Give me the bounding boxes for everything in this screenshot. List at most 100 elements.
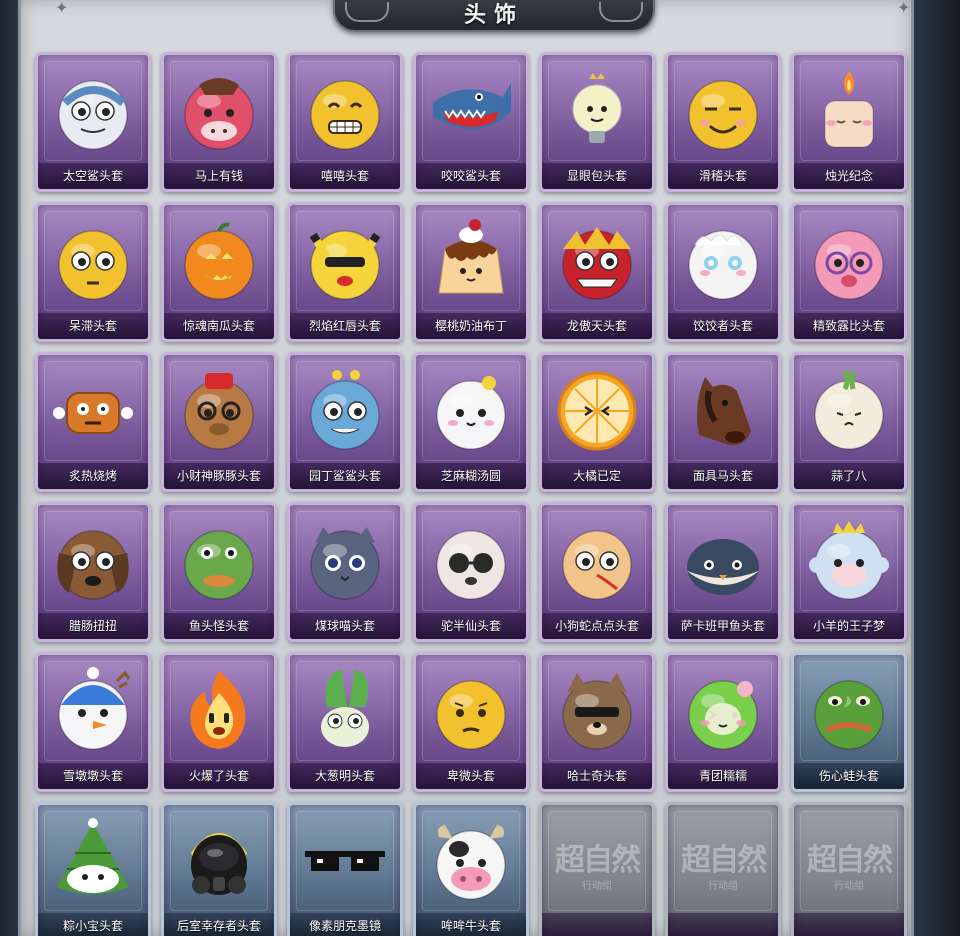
headwear-item-card[interactable]: 饺饺者头套 bbox=[665, 202, 781, 342]
headwear-item-card[interactable]: 小狗蛇点点头套 bbox=[539, 502, 655, 642]
grilled-meat-icon bbox=[38, 361, 148, 461]
headwear-item-card[interactable]: 咬咬鲨头套 bbox=[413, 52, 529, 192]
item-label: 咬咬鲨头套 bbox=[416, 163, 526, 189]
corner-ornament-icon: ✦ bbox=[55, 0, 69, 17]
headwear-item-card[interactable]: 后室幸存者头套 bbox=[161, 802, 277, 936]
headwear-item-card[interactable]: 嘻嘻头套 bbox=[287, 52, 403, 192]
headwear-item-card[interactable]: 像素朋克墨镜 bbox=[287, 802, 403, 936]
item-label bbox=[542, 913, 652, 936]
item-label: 火爆了头套 bbox=[164, 763, 274, 789]
dachshund-icon bbox=[38, 511, 148, 611]
capybara-icon bbox=[164, 361, 274, 461]
headwear-item-card[interactable]: 烈焰红唇头套 bbox=[287, 202, 403, 342]
headwear-item-card[interactable]: 伤心蛙头套 bbox=[791, 652, 907, 792]
headwear-item-card[interactable]: 粽小宝头套 bbox=[35, 802, 151, 936]
item-label: 卑微头套 bbox=[416, 763, 526, 789]
corner-ornament-icon: ✦ bbox=[897, 0, 911, 17]
headwear-item-card[interactable]: 煤球喵头套 bbox=[287, 502, 403, 642]
item-label: 后室幸存者头套 bbox=[164, 913, 274, 936]
locked-item-slot[interactable]: 超自然 行动组 bbox=[665, 802, 781, 936]
item-label: 雪墩墩头套 bbox=[38, 763, 148, 789]
item-label: 烛光纪念 bbox=[794, 163, 904, 189]
headwear-item-card[interactable]: 面具马头套 bbox=[665, 352, 781, 492]
item-label: 像素朋克墨镜 bbox=[290, 913, 400, 936]
headwear-item-card[interactable]: 显眼包头套 bbox=[539, 52, 655, 192]
locked-item-slot[interactable]: 超自然 行动组 bbox=[791, 802, 907, 936]
item-label: 鱼头怪头套 bbox=[164, 613, 274, 639]
headwear-item-card[interactable]: 太空鲨头套 bbox=[35, 52, 151, 192]
item-label: 腊肠扭扭 bbox=[38, 613, 148, 639]
headwear-item-card[interactable]: 大橘已定 bbox=[539, 352, 655, 492]
item-label: 显眼包头套 bbox=[542, 163, 652, 189]
sad-frog-icon bbox=[794, 661, 904, 761]
headwear-item-card[interactable]: 驼半仙头套 bbox=[413, 502, 529, 642]
background-left bbox=[0, 0, 20, 936]
locked-watermark: 超自然 bbox=[807, 843, 893, 878]
item-label: 太空鲨头套 bbox=[38, 163, 148, 189]
item-label: 芝麻糊汤圆 bbox=[416, 463, 526, 489]
item-label: 蒜了八 bbox=[794, 463, 904, 489]
orange-slice-icon bbox=[542, 361, 652, 461]
headwear-item-card[interactable]: 火爆了头套 bbox=[161, 652, 277, 792]
pudding-icon bbox=[416, 211, 526, 311]
item-label bbox=[794, 913, 904, 936]
blank-stare-icon bbox=[38, 211, 148, 311]
sheep-crown-icon bbox=[794, 511, 904, 611]
headwear-item-card[interactable]: 雪墩墩头套 bbox=[35, 652, 151, 792]
locked-watermark-sub: 行动组 bbox=[708, 881, 738, 892]
item-label: 滑稽头套 bbox=[668, 163, 778, 189]
headwear-item-card[interactable]: 哞哞牛头套 bbox=[413, 802, 529, 936]
pikachu-hood-icon bbox=[290, 211, 400, 311]
headwear-item-card[interactable]: 卑微头套 bbox=[413, 652, 529, 792]
headwear-item-card[interactable]: 惊魂南瓜头套 bbox=[161, 202, 277, 342]
item-label: 伤心蛙头套 bbox=[794, 763, 904, 789]
item-label bbox=[668, 913, 778, 936]
headwear-item-card[interactable]: 滑稽头套 bbox=[665, 52, 781, 192]
headwear-item-card[interactable]: 蒜了八 bbox=[791, 352, 907, 492]
pumpkin-icon bbox=[164, 211, 274, 311]
item-label: 大橘已定 bbox=[542, 463, 652, 489]
fish-head-icon bbox=[164, 511, 274, 611]
headwear-item-card[interactable]: 鱼头怪头套 bbox=[161, 502, 277, 642]
item-label: 惊魂南瓜头套 bbox=[164, 313, 274, 339]
item-label: 青团糯糯 bbox=[668, 763, 778, 789]
sad-emoji-icon bbox=[416, 661, 526, 761]
locked-watermark-sub: 行动组 bbox=[582, 881, 612, 892]
headwear-item-card[interactable]: 园丁鲨鲨头套 bbox=[287, 352, 403, 492]
cow-icon bbox=[416, 811, 526, 911]
headwear-item-card[interactable]: 腊肠扭扭 bbox=[35, 502, 151, 642]
headwear-item-card[interactable]: 呆滞头套 bbox=[35, 202, 151, 342]
item-label: 园丁鲨鲨头套 bbox=[290, 463, 400, 489]
pink-horse-icon bbox=[164, 61, 274, 161]
headwear-item-card[interactable]: 小财神豚豚头套 bbox=[161, 352, 277, 492]
lightbulb-icon bbox=[542, 61, 652, 161]
gardener-shark-icon bbox=[290, 361, 400, 461]
item-label: 炙热烧烤 bbox=[38, 463, 148, 489]
item-label: 大葱明头套 bbox=[290, 763, 400, 789]
headwear-item-card[interactable]: 精致露比头套 bbox=[791, 202, 907, 342]
headwear-item-card[interactable]: 萨卡班甲鱼头套 bbox=[665, 502, 781, 642]
headwear-item-card[interactable]: 哈士奇头套 bbox=[539, 652, 655, 792]
husky-icon bbox=[542, 661, 652, 761]
alpaca-glasses-icon bbox=[416, 511, 526, 611]
headwear-item-card[interactable]: 小羊的王子梦 bbox=[791, 502, 907, 642]
headwear-item-card[interactable]: 芝麻糊汤圆 bbox=[413, 352, 529, 492]
headwear-item-card[interactable]: 大葱明头套 bbox=[287, 652, 403, 792]
zongzi-icon bbox=[38, 811, 148, 911]
headwear-item-card[interactable]: 青团糯糯 bbox=[665, 652, 781, 792]
headwear-item-card[interactable]: 烛光纪念 bbox=[791, 52, 907, 192]
snowman-icon bbox=[38, 661, 148, 761]
locked-watermark: 超自然 bbox=[555, 843, 641, 878]
item-label: 烈焰红唇头套 bbox=[290, 313, 400, 339]
funny-face-icon bbox=[668, 61, 778, 161]
item-label: 哞哞牛头套 bbox=[416, 913, 526, 936]
beaver-icon bbox=[794, 211, 904, 311]
item-label: 小财神豚豚头套 bbox=[164, 463, 274, 489]
item-grid: 太空鲨头套 马上有钱 嘻嘻头套 咬咬鲨头套 显眼包头套 滑稽头套 烛光纪念 呆滞… bbox=[35, 52, 907, 936]
dumpling-icon bbox=[668, 211, 778, 311]
headwear-item-card[interactable]: 樱桃奶油布丁 bbox=[413, 202, 529, 342]
headwear-item-card[interactable]: 马上有钱 bbox=[161, 52, 277, 192]
locked-item-slot[interactable]: 超自然 行动组 bbox=[539, 802, 655, 936]
headwear-item-card[interactable]: 炙热烧烤 bbox=[35, 352, 151, 492]
headwear-item-card[interactable]: 龙傲天头套 bbox=[539, 202, 655, 342]
